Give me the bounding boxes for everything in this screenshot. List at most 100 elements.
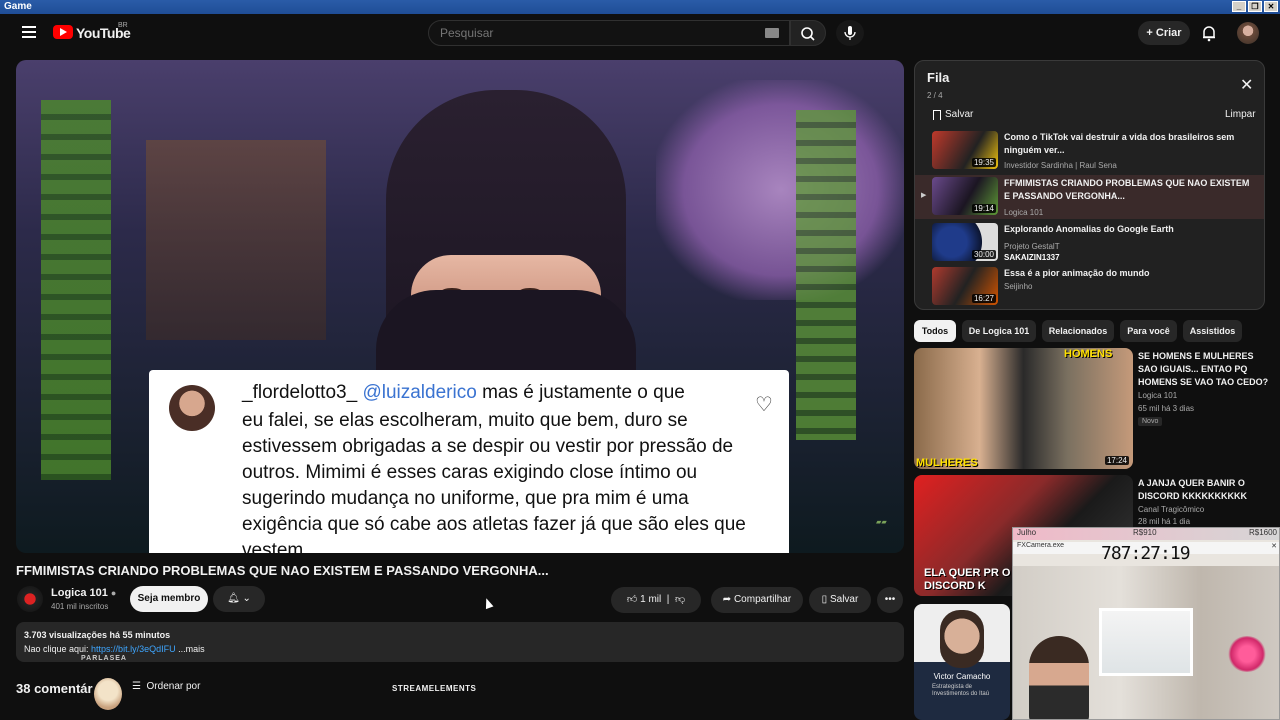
search-button[interactable] [790,20,826,46]
queue-item-channel: Seijinho [1004,282,1033,291]
queue-item-title: Explorando Anomalias do Google Earth [1004,224,1174,234]
bell-icon: 🔔︎ [227,593,240,604]
recommended-person-name: Victor Camacho [933,672,991,681]
like-button[interactable]: 👍︎ 1 mil | 👎︎ [611,587,701,613]
comment-text: eu falei, se elas escolheram, muito que … [242,410,746,553]
video-title: FFMIMISTAS CRIANDO PROBLEMAS QUE NAO EXI… [16,563,549,578]
queue-thumbnail: 19:14 [932,177,998,215]
chevron-down-icon: ⌄ [242,593,251,604]
chip-de-logica[interactable]: De Logica 101 [962,320,1036,342]
video-scene-bamboo [41,100,111,480]
queue-item[interactable]: ▶ 19:14 FFMIMISTAS CRIANDO PROBLEMAS QUE… [915,175,1264,219]
new-badge: Novo [1138,417,1163,426]
webcam-feed [1013,566,1279,719]
sort-icon: ☰ [132,681,141,692]
queue-save-button[interactable]: Salvar [945,109,973,120]
video-scene-house [146,140,326,340]
goal-mid: R$910 [1133,528,1157,537]
comment-mention: @luizalderico [362,382,477,403]
comment-avatar [169,385,215,431]
chip-relacionados[interactable]: Relacionados [1042,320,1114,342]
chicken-overlay-icon [94,678,122,710]
mouse-cursor-icon [482,596,494,610]
video-watermark-icon: ▰▰ [876,519,887,526]
youtube-logo-icon[interactable] [53,25,73,39]
description-link[interactable]: https://bit.ly/3eQdIFU [91,644,176,654]
queue-item-channel: Investidor Sardinha | Raul Sena [1004,161,1117,170]
channel-avatar[interactable] [17,586,43,612]
close-icon[interactable]: ✕ [1240,75,1253,95]
maximize-button[interactable]: ❐ [1248,1,1262,12]
recommended-thumbnail[interactable]: Victor Camacho Estrategista de Investime… [914,604,1010,720]
goal-label: Julho [1017,528,1037,537]
minimize-button[interactable]: _ [1232,1,1246,12]
description-box[interactable] [16,622,904,662]
queue-item-channel: Logica 101 [1004,208,1044,217]
queue-item-channel: Projeto GestalT [1004,242,1060,251]
heart-icon: ♡ [755,394,773,416]
sort-comments-button[interactable]: ☰ Ordenar por [132,681,200,692]
queue-thumbnail: 16:27 [932,267,998,305]
chip-todos[interactable]: Todos [914,320,956,342]
recommended-meta: 28 mil há 1 dia [1138,517,1191,526]
close-icon[interactable]: ✕ [1271,542,1277,550]
overlay-username: SAKAIZIN1337 [1004,253,1060,262]
thumbs-up-icon: 👍︎ [626,594,638,605]
queue-panel: Fila 2 / 4 ✕ Salvar Limpar 19:35 Como o … [914,60,1265,310]
comment-first-line: mas é justamente o que [482,382,685,403]
recommended-meta: 65 mil há 3 dias [1138,404,1195,413]
overlay-parlasea-text: PARLASEA [81,655,127,662]
bookmark-icon[interactable] [933,110,941,120]
recommended-thumbnail[interactable]: HOMENS MULHERES 17:24 [914,348,1133,469]
join-member-button[interactable]: Seja membro [130,586,208,612]
duration-badge: 19:35 [971,158,996,167]
voice-search-button[interactable] [836,20,864,46]
queue-item[interactable]: 19:35 Como o TikTok vai destruir a vida … [915,129,1264,173]
video-scene-bamboo-right [796,110,856,440]
os-window-title: Game [4,1,32,12]
webcam-overlay: Julho R$910 R$1600 FXCamera.exe ✕ 787:27… [1012,527,1280,720]
queue-item-title: Essa é a pior animação do mundo [1004,268,1150,278]
overlay-streamelements-text: STREAMELEMENTS [392,684,477,693]
duration-badge: 30:00 [971,250,996,259]
comment-header: _flordelotto3_ @luizalderico mas é justa… [242,382,685,404]
recommended-title[interactable]: SE HOMENS E MULHERES SAO IGUAIS... ENTAO… [1138,350,1270,389]
menu-icon[interactable] [22,26,36,38]
account-avatar[interactable] [1237,22,1259,44]
queue-thumbnail: 19:35 [932,131,998,169]
queue-clear-button[interactable]: Limpar [1225,109,1256,120]
description-more[interactable]: ...mais [176,644,205,654]
recommended-channel[interactable]: Canal Tragicômico [1138,505,1204,514]
thumbnail-caption: MULHERES [916,457,978,469]
video-player[interactable]: _flordelotto3_ @luizalderico mas é justa… [16,60,904,553]
bookmark-icon: ▯ [821,594,828,605]
recommended-channel[interactable]: Logica 101 [1138,391,1177,400]
thumbnail-caption: HOMENS [1064,348,1113,360]
thumbs-down-icon[interactable]: 👎︎ [675,594,685,605]
more-actions-button[interactable]: ••• [877,587,903,613]
share-button[interactable]: ➦ Compartilhar [711,587,803,613]
notifications-bell-icon[interactable] [1200,24,1218,42]
save-button[interactable]: ▯ Salvar [809,587,871,613]
chip-assistidos[interactable]: Assistidos [1183,320,1242,342]
video-comment-card: _flordelotto3_ @luizalderico mas é justa… [149,370,789,553]
queue-item[interactable]: 16:27 Essa é a pior animação do mundo Se… [915,265,1264,309]
country-code: BR [118,22,128,29]
stream-goal-bar: Julho R$910 R$1600 [1013,528,1279,540]
queue-item-title: FFMIMISTAS CRIANDO PROBLEMAS QUE NAO EXI… [1004,178,1250,201]
recommended-title[interactable]: A JANJA QUER BANIR O DISCORD KKKKKKKKKK [1138,477,1270,503]
goal-right: R$1600 [1248,528,1277,537]
recommended-person-role: Estrategista de Investimentos do Itaú [932,684,990,697]
create-button[interactable]: + Criar [1138,21,1190,45]
subscriber-count: 401 mil inscritos [51,602,109,611]
close-window-button[interactable]: ✕ [1264,1,1278,12]
room-window [1099,608,1193,676]
comments-count: 38 comentár [16,681,93,696]
channel-name[interactable]: Logica 101 ● [51,587,116,599]
keyboard-icon[interactable] [765,28,779,38]
search-icon [801,27,815,41]
queue-item[interactable]: 30:00 Explorando Anomalias do Google Ear… [915,221,1264,265]
subscription-bell-button[interactable]: 🔔︎ ⌄ [213,586,265,612]
chip-para-voce[interactable]: Para você [1120,320,1177,342]
search-input[interactable] [428,20,790,46]
